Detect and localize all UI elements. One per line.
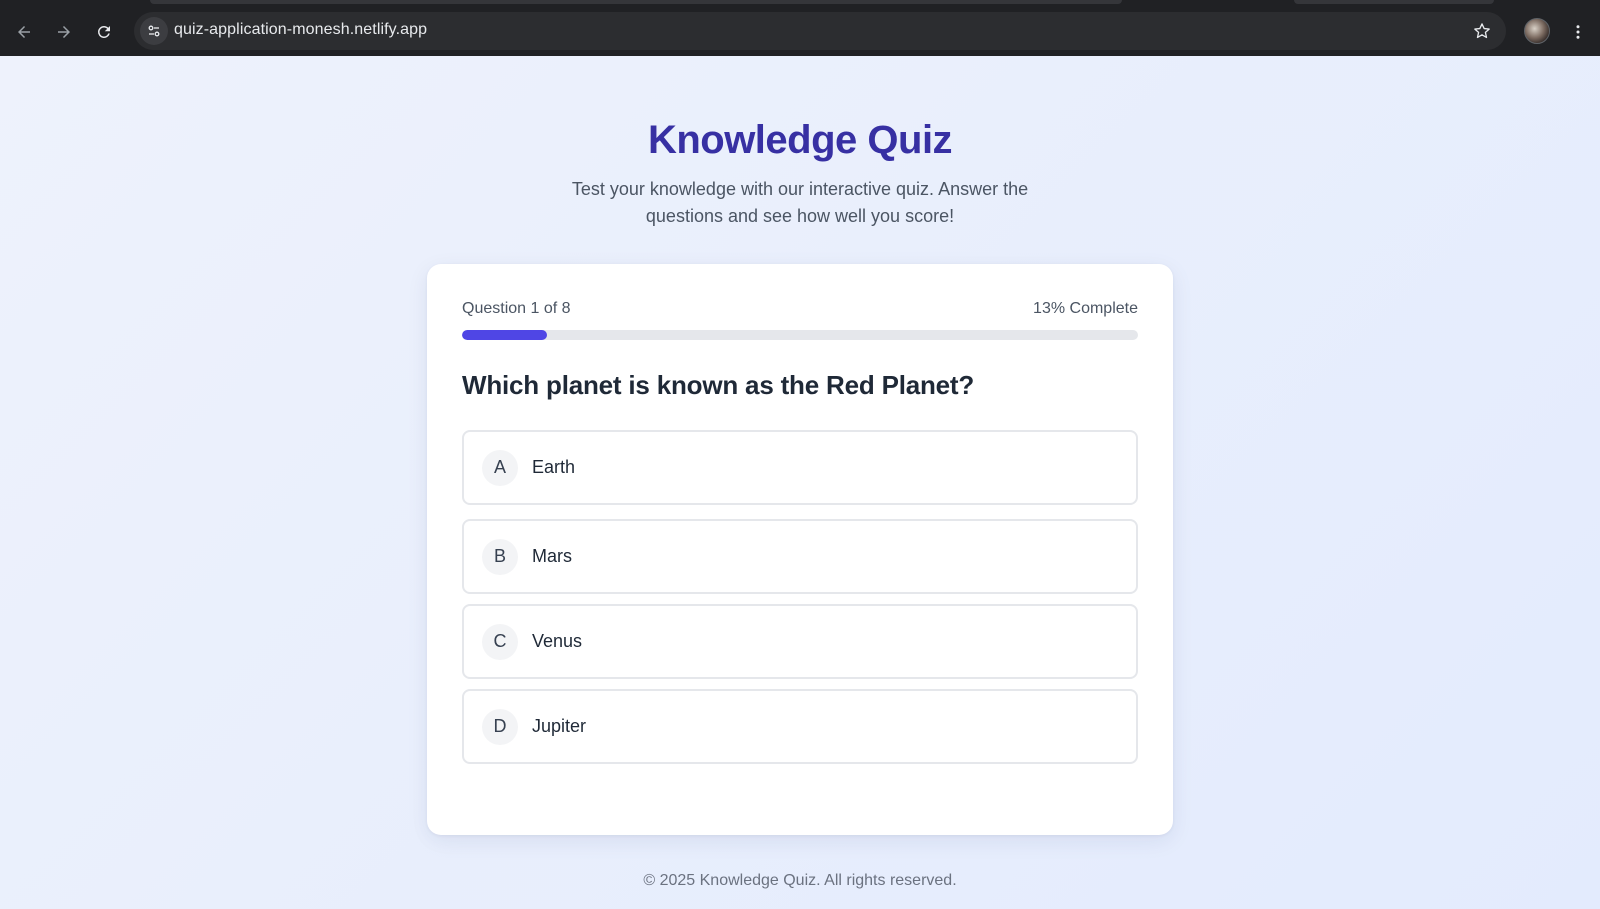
answer-option-a[interactable]: A Earth [462,430,1138,505]
question-text: Which planet is known as the Red Planet? [462,370,975,400]
reload-button[interactable] [88,16,120,48]
back-button[interactable] [8,16,40,48]
browser-chrome: quiz-application-monesh.netlify.app [0,0,1600,56]
option-label: Jupiter [532,716,587,736]
tab-active-edge [150,0,1122,4]
answer-option-c[interactable]: C Venus [462,604,1138,679]
star-icon [1474,23,1490,39]
reload-icon [97,25,110,38]
arrow-right-icon [58,26,70,38]
progress-bar [462,330,1138,340]
tune-icon [148,25,160,37]
tab-strip [0,0,1600,10]
arrow-left-icon [18,26,30,38]
url-text[interactable]: quiz-application-monesh.netlify.app [174,21,427,39]
question-counter: Question 1 of 8 [462,300,571,317]
browser-toolbar: quiz-application-monesh.netlify.app [0,10,1600,56]
option-letter-badge: A [482,449,518,486]
option-label: Earth [532,457,576,477]
forward-button[interactable] [48,16,80,48]
address-bar[interactable]: quiz-application-monesh.netlify.app [134,12,1506,50]
bookmark-button[interactable] [1470,19,1494,43]
profile-avatar[interactable] [1524,18,1550,44]
progress-header: Question 1 of 8 13% Complete [462,300,1138,320]
tab-edge [1294,0,1494,4]
quiz-card: Question 1 of 8 13% Complete Which plane… [427,264,1173,835]
option-letter-badge: B [482,538,518,575]
progress-percent: 13% Complete [1033,300,1138,317]
progress-bar-fill [462,330,547,340]
footer-copyright: © 2025 Knowledge Quiz. All rights reserv… [643,872,957,889]
option-label: Venus [532,631,583,651]
browser-menu-button[interactable] [1564,16,1592,48]
page-title: Knowledge Quiz [647,118,953,162]
answer-option-d[interactable]: D Jupiter [462,689,1138,764]
kebab-menu-icon [1576,25,1580,39]
option-letter-badge: D [482,708,518,745]
option-letter-badge: C [482,623,518,660]
option-label: Mars [532,546,572,566]
answer-option-b[interactable]: B Mars [462,519,1138,594]
site-info-button[interactable] [140,17,168,45]
page-subtitle: Test your knowledge with our interactive… [571,179,1029,226]
